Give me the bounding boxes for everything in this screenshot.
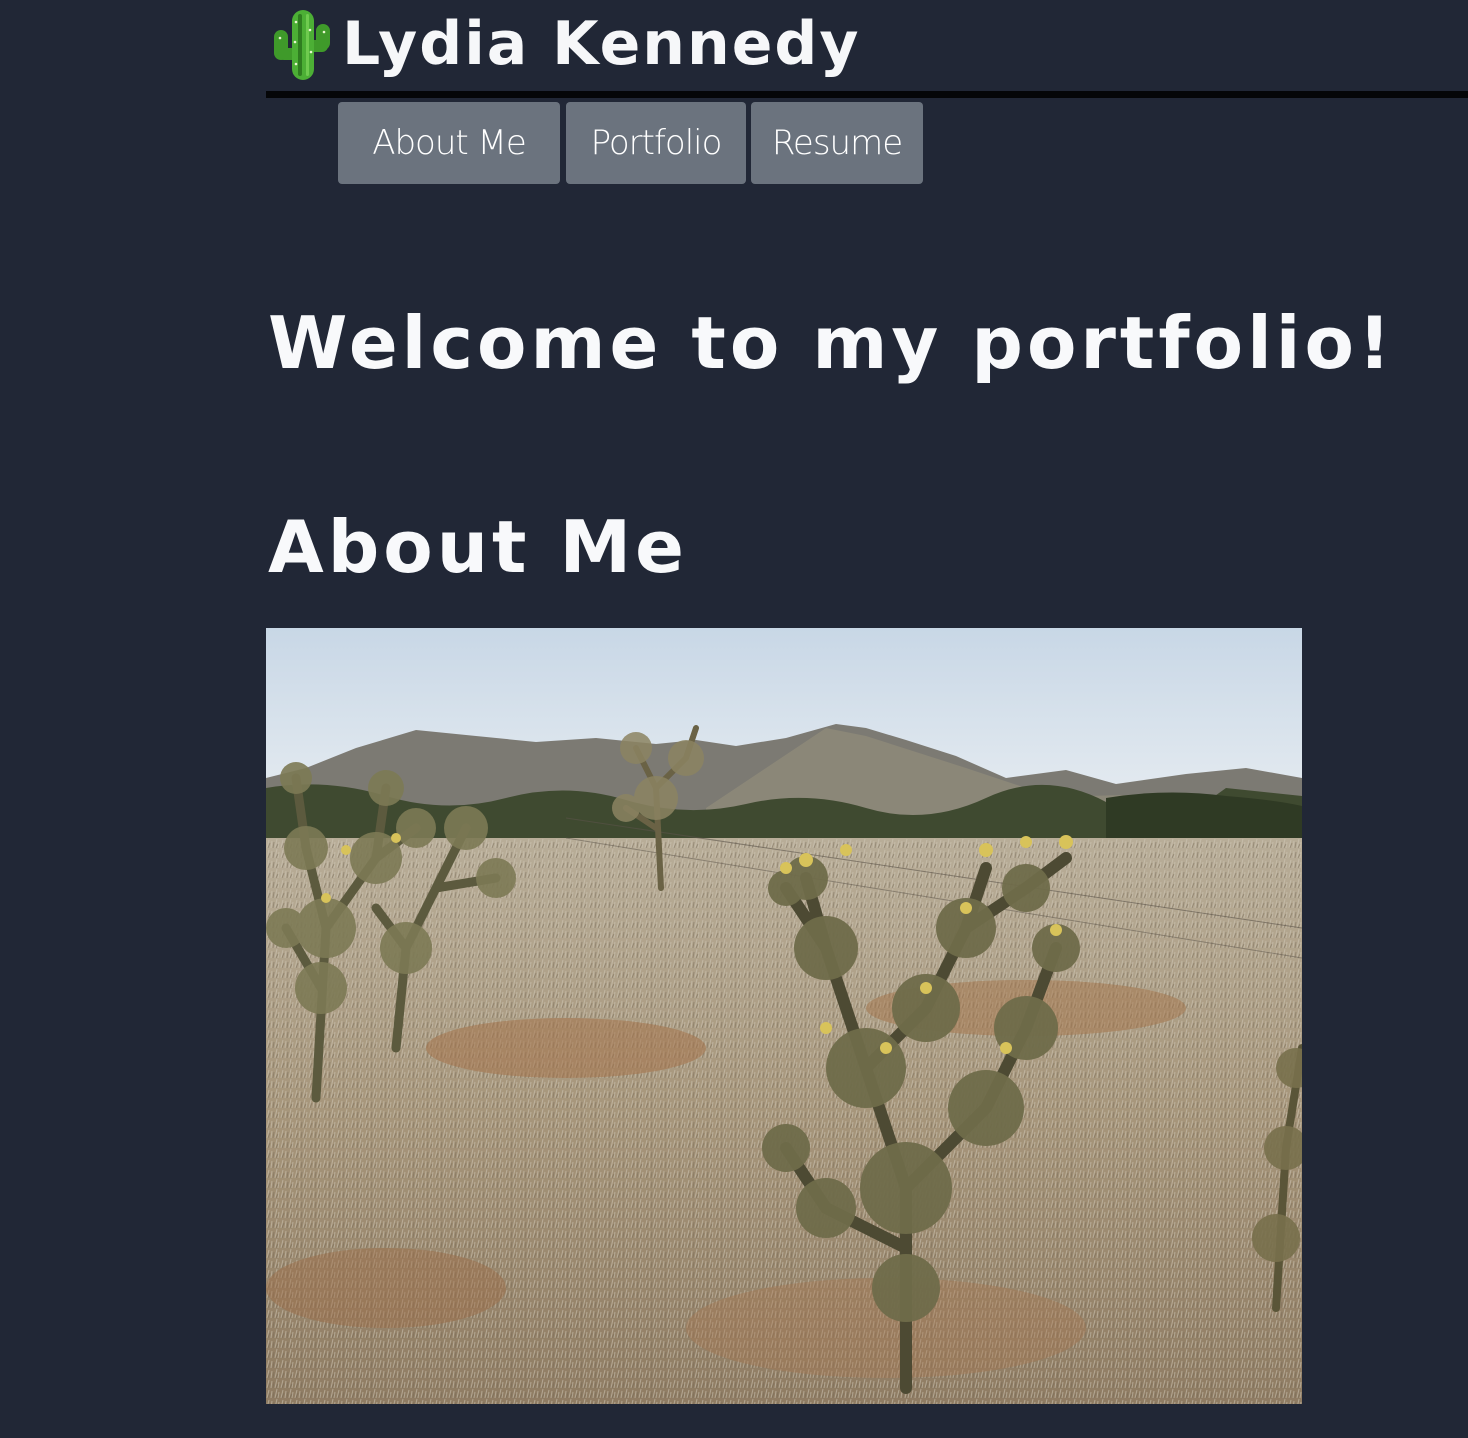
about-me-heading: About Me [268, 505, 688, 589]
welcome-heading: Welcome to my portfolio! [268, 301, 1395, 385]
site-brand[interactable]: Lydia Kennedy [270, 4, 860, 84]
page: Lydia Kennedy About Me Portfolio Resume … [0, 0, 1468, 1438]
desert-landscape-image [266, 628, 1302, 1404]
site-name: Lydia Kennedy [342, 9, 861, 79]
nav-about-me-button[interactable]: About Me [338, 102, 560, 184]
about-me-photo [266, 628, 1302, 1404]
main-nav: About Me Portfolio Resume [338, 102, 923, 184]
nav-portfolio-button[interactable]: Portfolio [566, 102, 746, 184]
cactus-icon [274, 10, 330, 80]
site-header: Lydia Kennedy [266, 0, 1468, 98]
nav-resume-button[interactable]: Resume [751, 102, 923, 184]
header-divider [266, 91, 1468, 98]
